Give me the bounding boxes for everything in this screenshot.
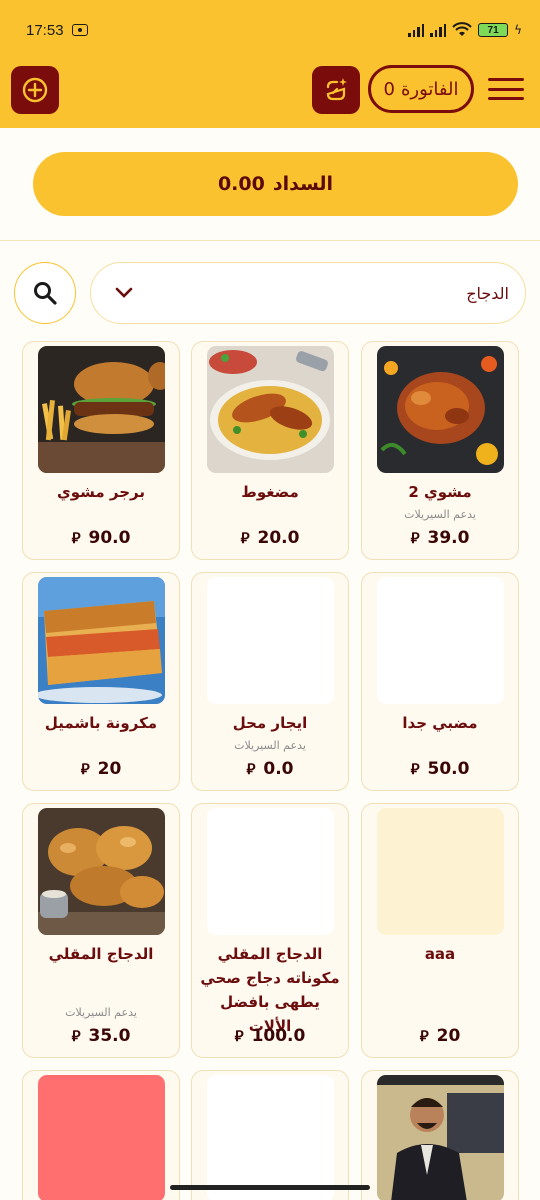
- plus-circle-icon: [22, 77, 48, 103]
- product-name: الدجاج المقلي مكوناته دجاج صحي يطهى بافض…: [200, 945, 340, 1035]
- product-price-value: 20: [436, 1026, 461, 1046]
- product-price: ⃁ 90.0: [23, 528, 179, 548]
- menu-button[interactable]: [488, 78, 524, 100]
- category-dropdown[interactable]: الدجاج: [90, 262, 526, 324]
- chevron-down-icon: [115, 287, 133, 298]
- home-indicator[interactable]: [170, 1185, 370, 1190]
- menu-line: [488, 97, 524, 100]
- product-price-value: 0.0: [263, 759, 294, 779]
- product-price: ⃁ 50.0: [362, 759, 518, 779]
- product-note: يدعم السيريلات: [65, 1006, 137, 1019]
- app-bar: الفاتورة 0: [0, 60, 540, 128]
- product-card[interactable]: الدجاج المقلي يدعم السيريلات ⃁ 35.0: [22, 803, 180, 1058]
- currency-symbol: ⃁: [410, 528, 420, 547]
- wifi-icon: [452, 22, 472, 36]
- status-right: 71 ϟ: [408, 22, 522, 38]
- invoice-button[interactable]: الفاتورة 0: [368, 65, 474, 113]
- product-name: مضبي جدا: [402, 714, 478, 732]
- product-card[interactable]: مضبي جدا ⃁ 50.0: [361, 572, 519, 791]
- product-image-fried-chicken: [38, 808, 165, 935]
- invoice-label: الفاتورة: [400, 78, 459, 100]
- product-card[interactable]: مضغوط ⃁ 20.0: [191, 341, 349, 560]
- product-name: مكرونة باشميل: [44, 714, 158, 732]
- search-button[interactable]: [14, 262, 76, 324]
- search-icon: [34, 282, 57, 305]
- currency-symbol: ⃁: [410, 759, 420, 778]
- product-card[interactable]: مكرونة باشميل ⃁ 20: [22, 572, 180, 791]
- product-name: مشوي 2: [408, 483, 472, 501]
- screen-record-icon: [71, 24, 88, 36]
- sparkle-chip-icon: [326, 78, 347, 101]
- product-price: ⃁ 20.0: [192, 528, 348, 548]
- category-value: الدجاج: [466, 283, 509, 303]
- special-button[interactable]: [312, 66, 360, 114]
- product-card[interactable]: aaa ⃁ 20: [361, 803, 519, 1058]
- product-price-value: 20: [97, 759, 122, 779]
- product-image-blank: [207, 808, 334, 935]
- product-price: ⃁ 100.0: [192, 1026, 348, 1046]
- currency-symbol: ⃁: [419, 1026, 429, 1045]
- product-name: الدجاج المقلي: [48, 945, 154, 963]
- product-image-burger-fries: [38, 346, 165, 473]
- product-card[interactable]: [361, 1070, 519, 1200]
- product-card[interactable]: [22, 1070, 180, 1200]
- product-name: برجر مشوي: [56, 483, 146, 501]
- product-image-man-portrait: [377, 1075, 504, 1200]
- product-price-value: 100.0: [251, 1026, 306, 1046]
- product-card[interactable]: [191, 1070, 349, 1200]
- invoice-count: 0: [383, 78, 395, 100]
- product-image-bechamel-pasta: [38, 577, 165, 704]
- product-name: aaa: [424, 945, 456, 963]
- payment-amount: 0.00: [217, 173, 265, 195]
- product-price: ⃁ 39.0: [362, 528, 518, 548]
- product-image-blank: [377, 577, 504, 704]
- currency-symbol: ⃁: [246, 759, 256, 778]
- currency-symbol: ⃁: [71, 528, 81, 547]
- charging-icon: ϟ: [514, 23, 522, 37]
- product-price: ⃁ 35.0: [23, 1026, 179, 1046]
- payment-button[interactable]: السداد 0.00: [33, 152, 518, 216]
- status-time: 17:53: [26, 21, 64, 39]
- product-price-value: 90.0: [88, 528, 131, 548]
- divider: [0, 240, 540, 241]
- product-price-value: 50.0: [427, 759, 470, 779]
- menu-line: [488, 78, 524, 81]
- product-image-grilled-chicken: [377, 346, 504, 473]
- product-image-cream: [377, 808, 504, 935]
- battery-icon: 71: [478, 23, 509, 37]
- product-note: يدعم السيريلات: [404, 508, 476, 521]
- product-card[interactable]: ايجار محل يدعم السيريلات ⃁ 0.0: [191, 572, 349, 791]
- menu-line: [488, 87, 524, 91]
- product-price: ⃁ 20: [362, 1026, 518, 1046]
- currency-symbol: ⃁: [80, 759, 90, 778]
- product-price: ⃁ 20: [23, 759, 179, 779]
- product-image-chicken-rice: [207, 346, 334, 473]
- signal-icon: [408, 23, 425, 37]
- payment-label: السداد: [272, 173, 334, 195]
- currency-symbol: ⃁: [240, 528, 250, 547]
- add-button[interactable]: [11, 66, 59, 114]
- product-price-value: 35.0: [88, 1026, 131, 1046]
- product-name: مضغوط: [241, 483, 299, 501]
- signal-icon: [430, 23, 447, 37]
- product-card[interactable]: مشوي 2 يدعم السيريلات ⃁ 39.0: [361, 341, 519, 560]
- currency-symbol: ⃁: [234, 1026, 244, 1045]
- product-card[interactable]: برجر مشوي ⃁ 90.0: [22, 341, 180, 560]
- product-name: ايجار محل: [232, 714, 308, 732]
- status-bar: 17:53 71 ϟ: [0, 0, 540, 60]
- product-image-salmon: [38, 1075, 165, 1200]
- currency-symbol: ⃁: [71, 1026, 81, 1045]
- product-price-value: 20.0: [257, 528, 300, 548]
- product-price: ⃁ 0.0: [192, 759, 348, 779]
- product-note: يدعم السيريلات: [234, 739, 306, 752]
- product-card[interactable]: الدجاج المقلي مكوناته دجاج صحي يطهى بافض…: [191, 803, 349, 1058]
- status-left: 17:53: [26, 22, 88, 39]
- product-image-blank: [207, 1075, 334, 1200]
- product-image-blank: [207, 577, 334, 704]
- product-price-value: 39.0: [427, 528, 470, 548]
